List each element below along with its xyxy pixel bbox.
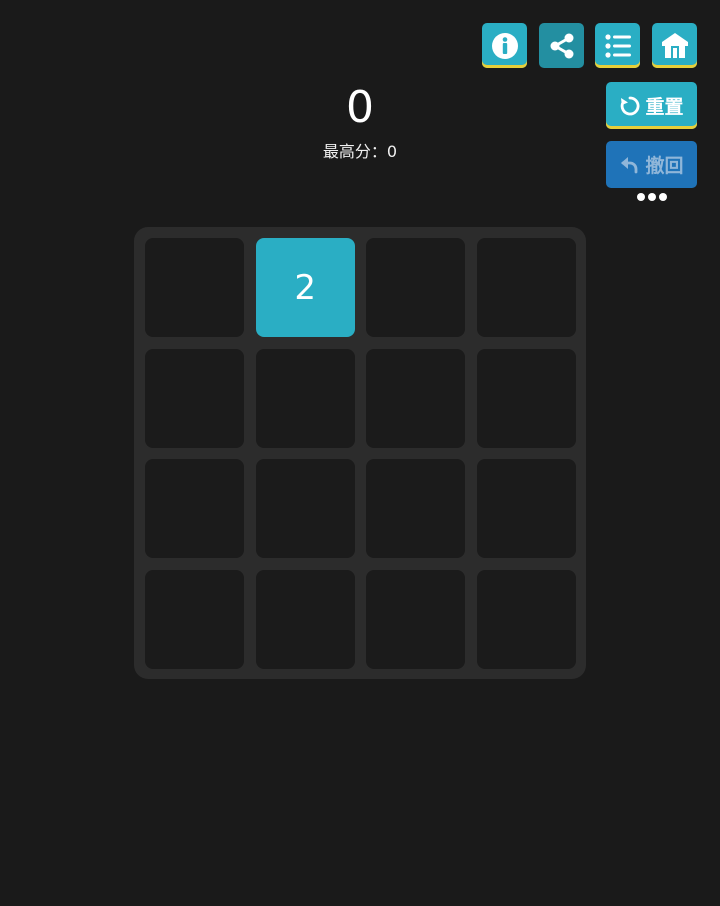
board-cell <box>477 459 577 559</box>
board-cell <box>477 348 577 448</box>
board-cell <box>366 459 466 559</box>
reset-button[interactable]: 重置 <box>606 82 697 129</box>
game-page: 0 最高分：0 重置 撤回 2 <box>0 0 720 906</box>
board-cell <box>366 348 466 448</box>
home-icon <box>660 31 690 61</box>
game-board[interactable]: 2 <box>134 227 586 679</box>
list-icon <box>603 31 633 61</box>
reset-label: 重置 <box>645 96 684 118</box>
tile: 2 <box>255 238 355 337</box>
board-cell <box>255 570 355 670</box>
board-cell <box>145 238 244 337</box>
board-cell <box>145 459 244 559</box>
undo-button[interactable]: 撤回 <box>606 141 697 188</box>
board-cell <box>477 570 577 670</box>
undo-icon <box>619 154 641 176</box>
share-button[interactable] <box>539 23 584 68</box>
board-cell <box>366 238 466 337</box>
board-cell <box>255 348 355 448</box>
undo-label: 撤回 <box>645 155 684 177</box>
menu-button[interactable] <box>595 23 640 68</box>
more-dots-icon[interactable] <box>606 191 697 203</box>
board-cell <box>366 570 466 670</box>
home-button[interactable] <box>652 23 697 68</box>
refresh-icon <box>619 95 641 117</box>
info-button[interactable] <box>482 23 527 68</box>
board-cell <box>477 238 577 337</box>
share-icon <box>547 31 577 61</box>
board-cell <box>145 570 244 670</box>
board-cell <box>255 459 355 559</box>
info-icon <box>490 31 520 61</box>
board-cell <box>145 348 244 448</box>
